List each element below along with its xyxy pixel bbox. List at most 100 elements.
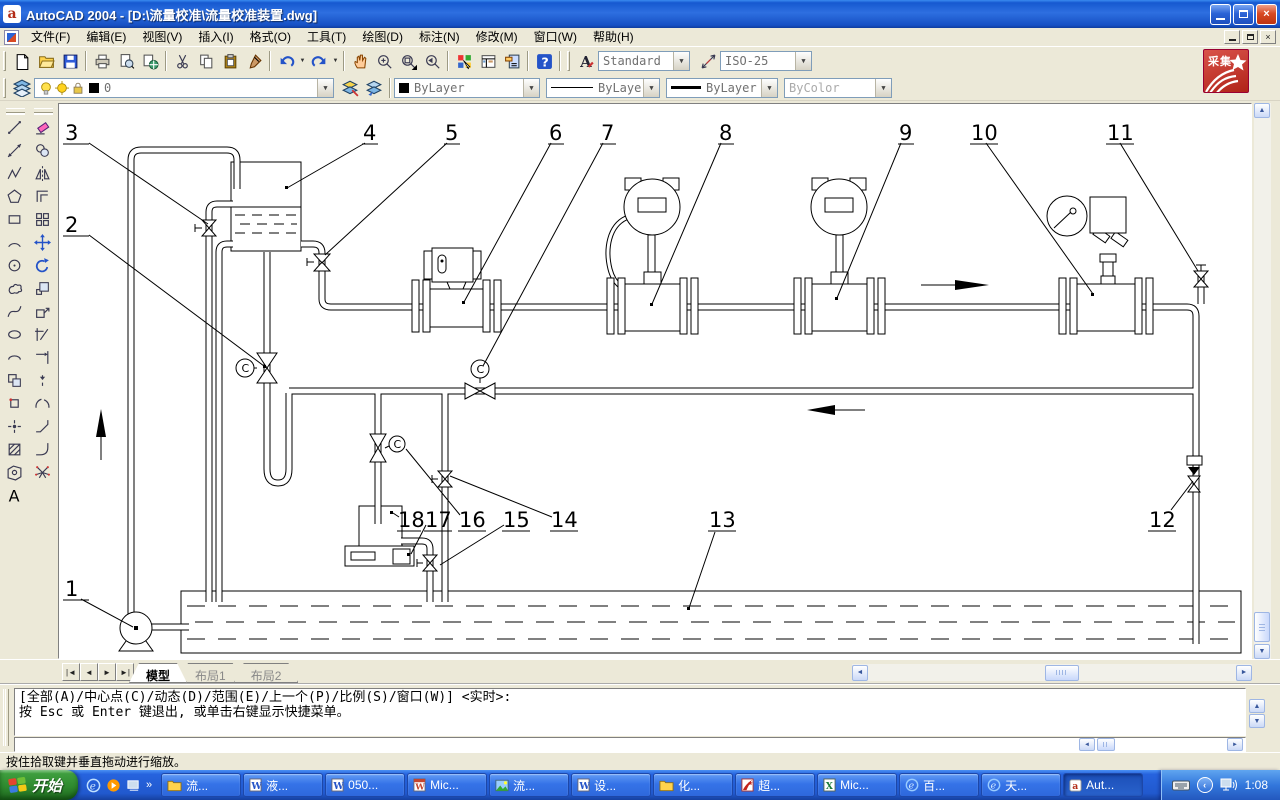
horizontal-scrollbar[interactable]: ◄ ► [852, 664, 1252, 681]
palette-grip[interactable] [34, 108, 53, 113]
tool-stretch[interactable] [30, 300, 55, 323]
task-ie-1[interactable]: e百... [899, 773, 979, 797]
text-style-button[interactable]: A [574, 49, 598, 73]
zoom-previous-button[interactable] [420, 49, 444, 73]
palette-grip[interactable] [6, 108, 25, 113]
task-word-1[interactable]: W液... [243, 773, 323, 797]
dim-style-button[interactable] [696, 49, 720, 73]
task-autocad[interactable]: aAut... [1063, 773, 1143, 797]
task-folder-1[interactable]: 流... [161, 773, 241, 797]
collapse-chevron-icon[interactable]: ‹ [1197, 777, 1213, 793]
show-desktop-icon[interactable] [126, 778, 141, 793]
tool-trim[interactable] [30, 323, 55, 346]
scroll-right-icon[interactable]: ► [1236, 665, 1252, 681]
scroll-left-icon[interactable]: ◄ [852, 665, 868, 681]
combo-arrow-icon[interactable]: ▼ [761, 79, 777, 97]
zoom-window-button[interactable] [396, 49, 420, 73]
caiji-plugin-button[interactable]: 采集 [1203, 49, 1249, 93]
tool-explode[interactable] [30, 461, 55, 484]
tool-break[interactable] [30, 392, 55, 415]
minimize-button[interactable] [1210, 4, 1231, 25]
combo-arrow-icon[interactable]: ▼ [795, 52, 811, 70]
match-properties-button[interactable] [242, 49, 266, 73]
tab-next-button[interactable]: ► [98, 663, 116, 681]
layers-button[interactable] [10, 76, 34, 100]
tool-hatch[interactable] [2, 438, 27, 461]
print-preview-button[interactable] [114, 49, 138, 73]
tab-layout1[interactable]: 布局1 [178, 663, 243, 683]
combo-arrow-icon[interactable]: ▼ [523, 79, 539, 97]
menu-window[interactable]: 窗口(W) [526, 26, 585, 48]
menu-draw[interactable]: 绘图(D) [354, 26, 411, 48]
tool-copy[interactable] [30, 139, 55, 162]
tool-chamfer[interactable] [30, 415, 55, 438]
layer-previous-button[interactable] [362, 76, 386, 100]
task-ie-2[interactable]: e天... [981, 773, 1061, 797]
display-volume-icon[interactable] [1220, 778, 1238, 792]
task-excel[interactable]: XMic... [817, 773, 897, 797]
media-player-icon[interactable] [106, 778, 121, 793]
menu-file[interactable]: 文件(F) [23, 26, 78, 48]
zoom-realtime-button[interactable] [372, 49, 396, 73]
task-folder-2[interactable]: 化... [653, 773, 733, 797]
tool-array[interactable] [30, 208, 55, 231]
tool-text[interactable]: A [2, 484, 27, 507]
toolbar-grip[interactable] [3, 78, 6, 98]
mini-scroll-thumb[interactable] [1097, 738, 1115, 751]
linetype-combo[interactable]: ByLayer ▼ [546, 78, 660, 98]
tool-arc[interactable] [2, 231, 27, 254]
tool-fillet[interactable] [30, 438, 55, 461]
command-input[interactable]: ◄ ► [14, 737, 1246, 752]
pan-button[interactable] [348, 49, 372, 73]
task-word-4[interactable]: W设... [571, 773, 651, 797]
tool-ellipse[interactable] [2, 323, 27, 346]
publish-button[interactable] [138, 49, 162, 73]
tool-mirror[interactable] [30, 162, 55, 185]
horizontal-scroll-thumb[interactable] [1045, 665, 1079, 681]
ie-quicklaunch-icon[interactable]: e [86, 778, 101, 793]
task-ssreader[interactable]: 超... [735, 773, 815, 797]
tool-extend[interactable] [30, 346, 55, 369]
layer-combo[interactable]: 0 ▼ [34, 78, 334, 98]
combo-arrow-icon[interactable]: ▼ [643, 79, 659, 97]
tool-polygon[interactable] [2, 185, 27, 208]
close-button[interactable]: × [1256, 4, 1277, 25]
tool-offset[interactable] [30, 185, 55, 208]
properties-button[interactable] [452, 49, 476, 73]
keyboard-icon[interactable] [1172, 779, 1190, 792]
dim-style-combo[interactable]: ISO-25▼ [720, 51, 812, 71]
tool-circle[interactable] [2, 254, 27, 277]
tab-model[interactable]: 模型 [129, 663, 187, 683]
mini-scroll-right-icon[interactable]: ► [1227, 738, 1243, 751]
new-button[interactable] [10, 49, 34, 73]
tab-layout2[interactable]: 布局2 [234, 663, 299, 683]
menu-help[interactable]: 帮助(H) [585, 26, 642, 48]
mdi-restore-button[interactable] [1242, 30, 1258, 44]
task-word-3[interactable]: WMic... [407, 773, 487, 797]
tool-polyline[interactable] [2, 162, 27, 185]
vertical-scrollbar[interactable]: ▲ ▼ [1254, 103, 1271, 659]
vertical-scroll-thumb[interactable] [1254, 612, 1270, 642]
combo-arrow-icon[interactable]: ▼ [673, 52, 689, 70]
task-image[interactable]: 流... [489, 773, 569, 797]
cut-button[interactable] [170, 49, 194, 73]
toolbar-grip[interactable] [3, 51, 6, 71]
undo-button[interactable] [274, 49, 298, 73]
command-history[interactable]: [全部(A)/中心点(C)/动态(D)/范围(E)/上一个(P)/比例(S)/窗… [14, 688, 1246, 736]
tool-spline[interactable] [2, 300, 27, 323]
menu-tools[interactable]: 工具(T) [299, 26, 354, 48]
menu-format[interactable]: 格式(O) [242, 26, 299, 48]
undo-dropdown[interactable]: ▼ [298, 49, 307, 73]
mdi-close-button[interactable]: × [1260, 30, 1276, 44]
menu-modify[interactable]: 修改(M) [468, 26, 526, 48]
tool-rectangle[interactable] [2, 208, 27, 231]
tool-move[interactable] [30, 231, 55, 254]
tool-erase[interactable] [30, 116, 55, 139]
text-style-combo[interactable]: Standard▼ [598, 51, 690, 71]
redo-button[interactable] [307, 49, 331, 73]
open-button[interactable] [34, 49, 58, 73]
quicklaunch-more-icon[interactable]: » [146, 779, 152, 791]
combo-arrow-icon[interactable]: ▼ [317, 79, 333, 97]
color-combo[interactable]: ByLayer ▼ [394, 78, 540, 98]
menu-insert[interactable]: 插入(I) [190, 26, 241, 48]
